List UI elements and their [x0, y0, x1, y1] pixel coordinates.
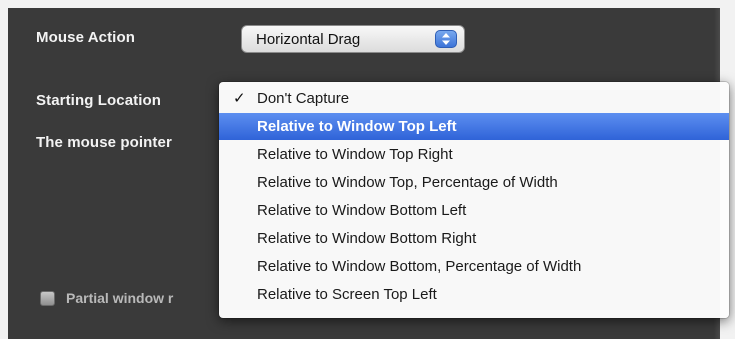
- menu-item-window-top-right[interactable]: Relative to Window Top Right: [219, 141, 729, 168]
- menu-item-label: Relative to Window Bottom, Percentage of…: [257, 258, 582, 275]
- partial-window-label: Partial window r: [66, 290, 174, 306]
- menu-item-window-bottom-right[interactable]: Relative to Window Bottom Right: [219, 225, 729, 252]
- menu-item-label: Don't Capture: [257, 90, 350, 107]
- partial-window-checkbox[interactable]: [40, 291, 55, 306]
- starting-location-label: Starting Location: [36, 92, 162, 109]
- starting-location-menu: ✓ Don't Capture Relative to Window Top L…: [219, 82, 729, 318]
- menu-item-label: Relative to Window Bottom Right: [257, 230, 477, 247]
- menu-item-label: Relative to Window Top Right: [257, 146, 453, 163]
- menu-item-label: Relative to Window Top, Percentage of Wi…: [257, 174, 558, 191]
- menu-item-screen-top-left[interactable]: Relative to Screen Top Left: [219, 281, 729, 308]
- mouse-action-popup[interactable]: Horizontal Drag: [241, 25, 465, 53]
- menu-item-window-top-percentage[interactable]: Relative to Window Top, Percentage of Wi…: [219, 169, 729, 196]
- menu-item-window-bottom-left[interactable]: Relative to Window Bottom Left: [219, 197, 729, 224]
- menu-item-dont-capture[interactable]: ✓ Don't Capture: [219, 85, 729, 112]
- mouse-action-value: Horizontal Drag: [256, 31, 361, 48]
- checkmark-icon: ✓: [233, 90, 246, 107]
- mouse-pointer-label: The mouse pointer: [36, 134, 172, 151]
- menu-item-label: Relative to Window Top Left: [257, 118, 457, 135]
- up-down-arrows-icon: [435, 30, 457, 48]
- menu-item-window-top-left[interactable]: Relative to Window Top Left: [219, 113, 729, 140]
- menu-item-label: Relative to Screen Top Left: [257, 286, 437, 303]
- mouse-action-label: Mouse Action: [36, 29, 135, 46]
- menu-item-label: Relative to Window Bottom Left: [257, 202, 467, 219]
- menu-item-window-bottom-percentage[interactable]: Relative to Window Bottom, Percentage of…: [219, 253, 729, 280]
